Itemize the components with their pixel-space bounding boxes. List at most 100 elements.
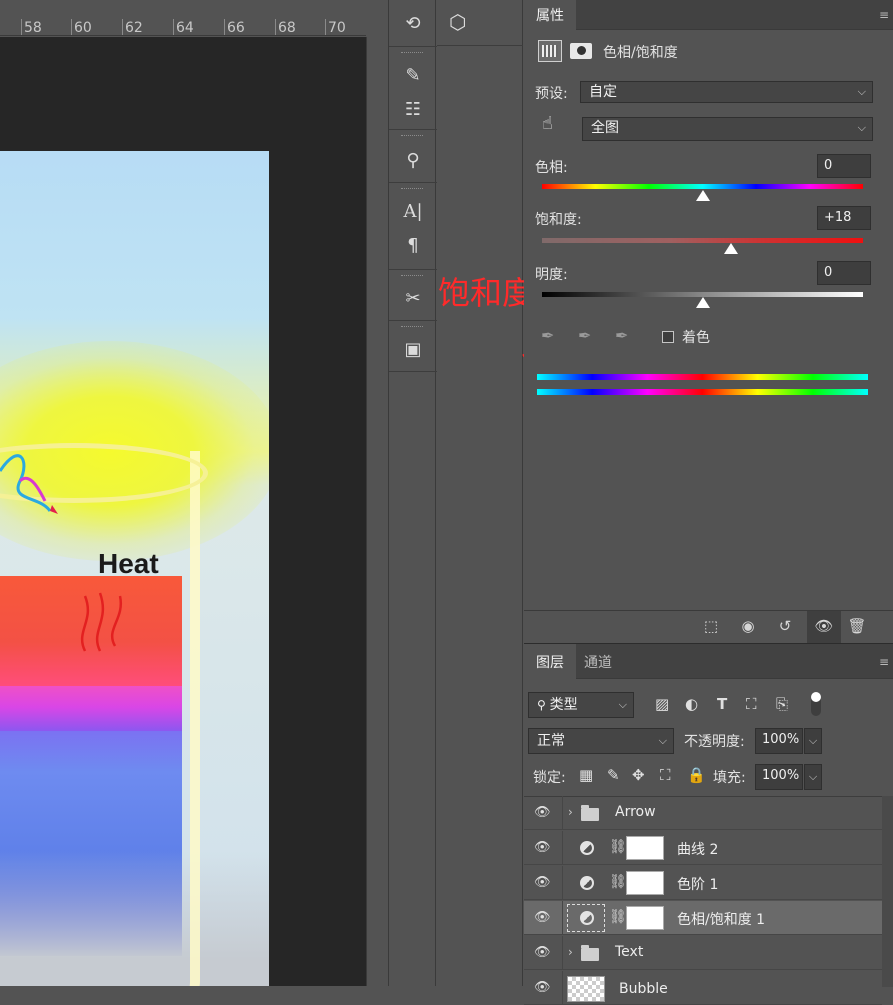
- link-icon[interactable]: ⛓: [609, 909, 627, 925]
- eyedropper-add-icon[interactable]: ✒: [578, 326, 600, 348]
- layer-name: Text: [615, 944, 644, 960]
- opacity-input[interactable]: 100%: [755, 728, 803, 754]
- saturation-label: 饱和度:: [535, 212, 582, 228]
- visibility-eye-icon[interactable]: 👁: [534, 840, 552, 856]
- layers-tabbar: 图层 通道 ≡: [524, 644, 893, 679]
- filter-adjustment-icon[interactable]: ◐: [685, 695, 698, 713]
- lock-transparent-icon[interactable]: ▦: [579, 766, 593, 784]
- ruler-tick-label: 66: [227, 20, 245, 36]
- layer-filter-select[interactable]: ⚲ 类型 ⌵: [528, 692, 634, 718]
- chevron-right-icon[interactable]: ›: [568, 945, 573, 959]
- document-canvas[interactable]: Heat: [0, 151, 269, 986]
- layer-row[interactable]: 👁 ⛓ 曲线 2: [524, 831, 882, 865]
- hue-input[interactable]: 0: [817, 154, 871, 178]
- saturation-input[interactable]: +18: [817, 206, 871, 230]
- hue-label: 色相:: [535, 160, 568, 176]
- heat-waves-illustration: [80, 592, 123, 652]
- layer-mask-thumbnail[interactable]: [626, 836, 664, 860]
- filter-type-icon[interactable]: T: [717, 695, 727, 713]
- layers-panel: 图层 通道 ≡ ⚲ 类型 ⌵ ▨ ◐ T ⛶ ⎘ 正常 ⌵ 不透明度: 100%…: [524, 643, 893, 1005]
- saturation-slider-track[interactable]: [542, 238, 863, 243]
- range-select[interactable]: 全图 ⌵: [582, 117, 873, 141]
- tool-presets-icon[interactable]: ✂: [389, 281, 437, 315]
- 3d-cube-icon[interactable]: ⬡: [449, 10, 466, 34]
- layer-row[interactable]: 👁 Bubble: [524, 971, 882, 1005]
- chevron-right-icon[interactable]: ›: [568, 805, 573, 819]
- lightness-label: 明度:: [535, 267, 568, 283]
- wavy-arrow-illustration: [0, 454, 58, 514]
- fill-dropdown[interactable]: ⌵: [804, 764, 822, 790]
- blend-mode-select[interactable]: 正常 ⌵: [528, 728, 674, 754]
- lock-all-icon[interactable]: 🔒: [687, 766, 706, 784]
- tab-channels[interactable]: 通道: [572, 644, 624, 679]
- fill-input[interactable]: 100%: [755, 764, 803, 790]
- horizontal-ruler[interactable]: 58 60 62 64 66 68 70: [0, 0, 366, 36]
- panel-menu-icon[interactable]: ≡: [879, 8, 889, 22]
- opacity-label: 不透明度:: [684, 734, 745, 750]
- folder-icon: [581, 805, 599, 821]
- libraries-icon[interactable]: ▣: [389, 332, 437, 366]
- filter-pixel-icon[interactable]: ▨: [655, 695, 669, 713]
- blend-mode-value: 正常: [537, 733, 565, 749]
- lightness-slider-thumb[interactable]: [695, 297, 710, 308]
- vertical-scrollbar[interactable]: [366, 37, 388, 986]
- visibility-eye-icon[interactable]: 👁: [534, 910, 552, 926]
- panel-menu-icon[interactable]: ≡: [879, 655, 889, 669]
- colorize-label: 着色: [682, 330, 710, 346]
- layer-name: Bubble: [619, 981, 668, 997]
- ruler-tick-label: 70: [328, 20, 346, 36]
- filter-shape-icon[interactable]: ⛶: [746, 695, 757, 713]
- visibility-eye-icon[interactable]: 👁: [534, 945, 552, 961]
- clone-source-icon[interactable]: ⚲: [389, 143, 437, 177]
- chevron-down-icon: ⌵: [857, 121, 866, 134]
- layer-row-selected[interactable]: 👁 ⛓ 色相/饱和度 1: [524, 901, 882, 935]
- hue-slider-thumb[interactable]: [695, 190, 710, 201]
- opacity-dropdown[interactable]: ⌵: [804, 728, 822, 754]
- lock-artboard-icon[interactable]: ⛶: [660, 766, 671, 784]
- layers-scrollbar[interactable]: [882, 796, 893, 987]
- eyedropper-icon[interactable]: ✒: [541, 326, 563, 348]
- hue-slider-track[interactable]: [542, 184, 863, 189]
- link-icon[interactable]: ⛓: [609, 839, 627, 855]
- reset-icon[interactable]: ↺: [774, 617, 796, 637]
- filter-toggle[interactable]: [811, 692, 821, 716]
- visibility-eye-icon[interactable]: 👁: [534, 805, 552, 821]
- colorize-checkbox[interactable]: [662, 331, 674, 343]
- view-previous-state-icon[interactable]: ◉: [737, 617, 759, 637]
- tab-properties[interactable]: 属性: [524, 0, 576, 30]
- tab-layers[interactable]: 图层: [524, 644, 576, 679]
- layer-mask-icon[interactable]: [570, 43, 592, 59]
- output-color-bar: [537, 389, 868, 395]
- visibility-eye-icon[interactable]: 👁: [534, 875, 552, 891]
- preset-select[interactable]: 自定 ⌵: [580, 81, 873, 103]
- layer-row[interactable]: 👁 › Text: [524, 936, 882, 970]
- history-icon[interactable]: ⟲: [389, 6, 437, 40]
- adjustment-layer-icon: [538, 40, 562, 62]
- layer-row[interactable]: 👁 › Arrow: [524, 796, 882, 830]
- filter-smart-object-icon[interactable]: ⎘: [776, 695, 788, 713]
- adjustments-sliders-icon[interactable]: ☷: [389, 92, 437, 126]
- visibility-eye-icon[interactable]: 👁: [534, 980, 552, 996]
- properties-panel: 属性 ≡ 色相/饱和度 预设: 自定 ⌵ ☝ 全图 ⌵ 色相: 0 饱和度: +…: [524, 0, 893, 643]
- clip-to-layer-icon[interactable]: ⬚: [700, 617, 722, 637]
- trash-icon[interactable]: 🗑: [846, 617, 868, 637]
- eyedropper-subtract-icon[interactable]: ✒: [615, 326, 637, 348]
- layer-row[interactable]: 👁 ⛓ 色阶 1: [524, 866, 882, 900]
- saturation-slider-thumb[interactable]: [724, 243, 739, 254]
- visibility-eye-icon[interactable]: 👁: [807, 611, 841, 643]
- link-icon[interactable]: ⛓: [609, 874, 627, 890]
- canvas-area[interactable]: 58 60 62 64 66 68 70 Heat: [0, 0, 388, 986]
- lock-image-icon[interactable]: ✎: [607, 766, 620, 784]
- layer-mask-thumbnail[interactable]: [626, 906, 664, 930]
- character-icon[interactable]: A|: [389, 194, 437, 228]
- lightness-input[interactable]: 0: [817, 261, 871, 285]
- adjustment-icon: [580, 911, 594, 925]
- layer-mask-thumbnail[interactable]: [626, 871, 664, 895]
- layer-thumbnail[interactable]: [567, 976, 605, 1002]
- lock-position-icon[interactable]: ✥: [632, 766, 645, 784]
- layer-name: Arrow: [615, 804, 656, 820]
- paragraph-icon[interactable]: ¶: [389, 228, 437, 262]
- brush-settings-icon[interactable]: ✎: [389, 58, 437, 92]
- fill-label: 填充:: [713, 770, 746, 786]
- targeted-adjustment-hand-icon[interactable]: ☝: [542, 113, 553, 134]
